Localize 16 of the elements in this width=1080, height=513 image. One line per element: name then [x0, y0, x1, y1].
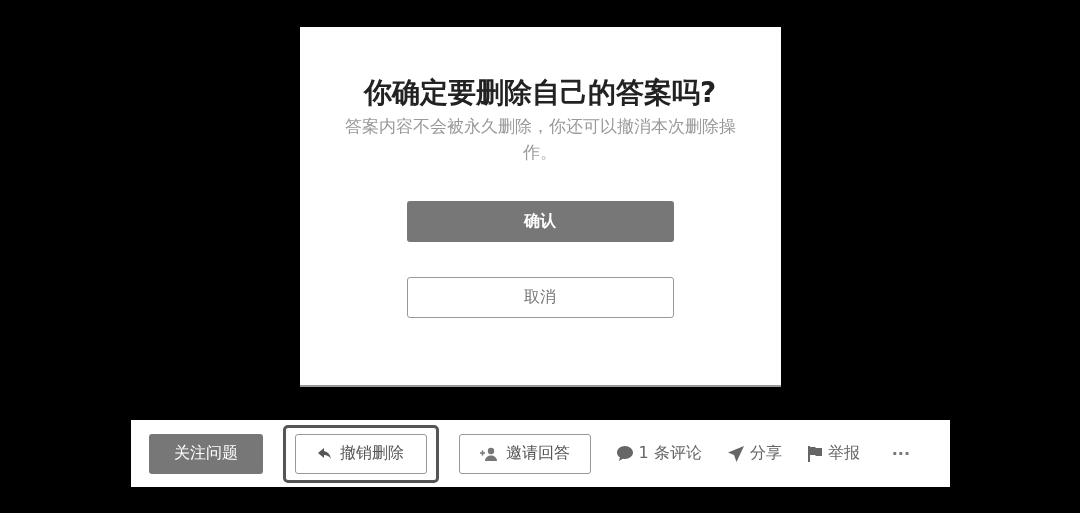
confirm-button[interactable]: 确认: [406, 201, 674, 242]
share-link[interactable]: 分享: [727, 443, 782, 464]
add-person-icon: [479, 446, 498, 461]
more-button[interactable]: ···: [891, 444, 910, 463]
dialog-message: 答案内容不会被永久删除，你还可以撤消本次删除操作。: [344, 115, 736, 164]
cancel-button[interactable]: 取消: [406, 277, 674, 318]
follow-button[interactable]: 关注问题: [148, 433, 263, 474]
undo-arrow-icon: [317, 447, 332, 460]
speech-bubble-icon: [616, 446, 633, 461]
paper-plane-icon: [727, 445, 744, 462]
flag-link[interactable]: 举报: [807, 443, 860, 464]
invite-button[interactable]: 邀请回答: [458, 433, 591, 474]
dialog-title: 你确定要删除自己的答案吗?: [363, 75, 717, 111]
comment-link[interactable]: 1 条评论: [616, 443, 702, 464]
undo-delete-button[interactable]: 撤销删除: [294, 433, 427, 474]
flag-icon: [807, 445, 822, 462]
